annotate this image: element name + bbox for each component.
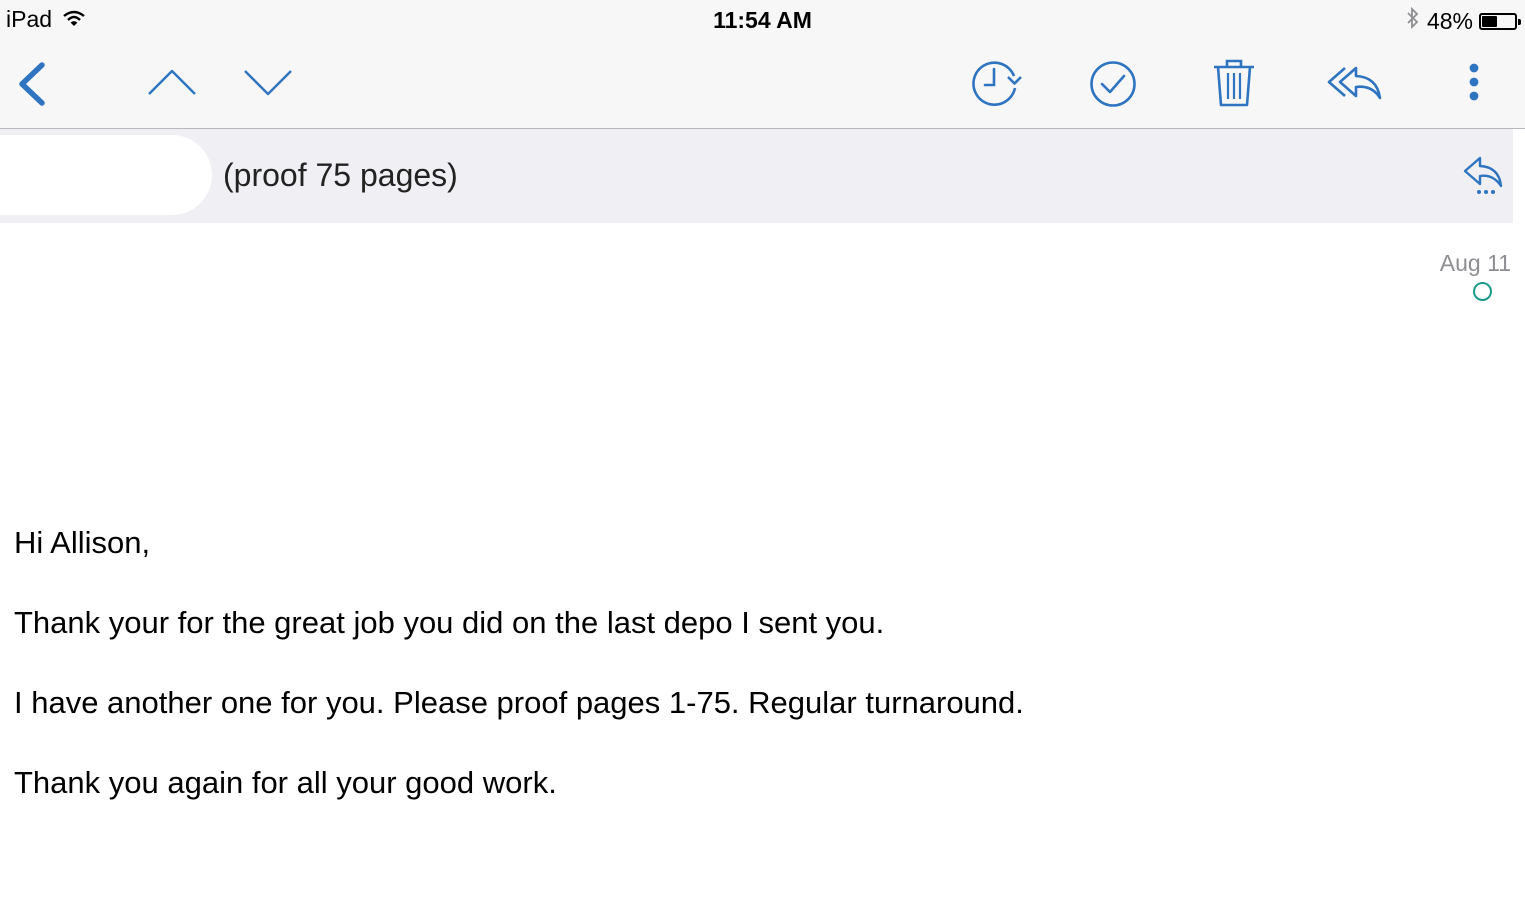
reply-options-icon[interactable] (1462, 155, 1506, 197)
top-bar: iPad 11:54 AM 48% (0, 0, 1525, 129)
body-paragraph: I have another one for you. Please proof… (14, 685, 1024, 720)
body-paragraph: Thank your for the great job you did on … (14, 605, 885, 640)
bluetooth-icon (1405, 6, 1421, 36)
battery-percent: 48% (1426, 7, 1473, 34)
snooze-clock-icon[interactable] (970, 59, 1022, 107)
more-options-icon[interactable] (1467, 63, 1481, 103)
body-greeting: Hi Allison, (14, 525, 151, 560)
trash-icon[interactable] (1212, 58, 1256, 108)
unread-indicator-icon[interactable] (1473, 282, 1492, 301)
battery-nub (1518, 18, 1521, 25)
subject-bar: (proof 75 pages) (0, 129, 1513, 223)
message-subject: (proof 75 pages) (223, 157, 458, 193)
status-time: 11:54 AM (713, 7, 812, 33)
status-bar: iPad 11:54 AM 48% (0, 0, 1525, 40)
message-date: Aug 11 (1439, 250, 1511, 276)
mark-done-icon[interactable] (1089, 60, 1137, 108)
next-message-icon[interactable] (242, 66, 294, 98)
reply-all-icon[interactable] (1326, 64, 1384, 102)
battery-icon (1479, 12, 1521, 30)
body-paragraph: Thank you again for all your good work. (14, 765, 557, 800)
redacted-sender (0, 135, 212, 215)
back-chevron-icon[interactable] (16, 62, 46, 106)
battery-fill (1482, 15, 1497, 27)
status-right: 48% (1405, 6, 1521, 36)
previous-message-icon[interactable] (146, 66, 198, 98)
